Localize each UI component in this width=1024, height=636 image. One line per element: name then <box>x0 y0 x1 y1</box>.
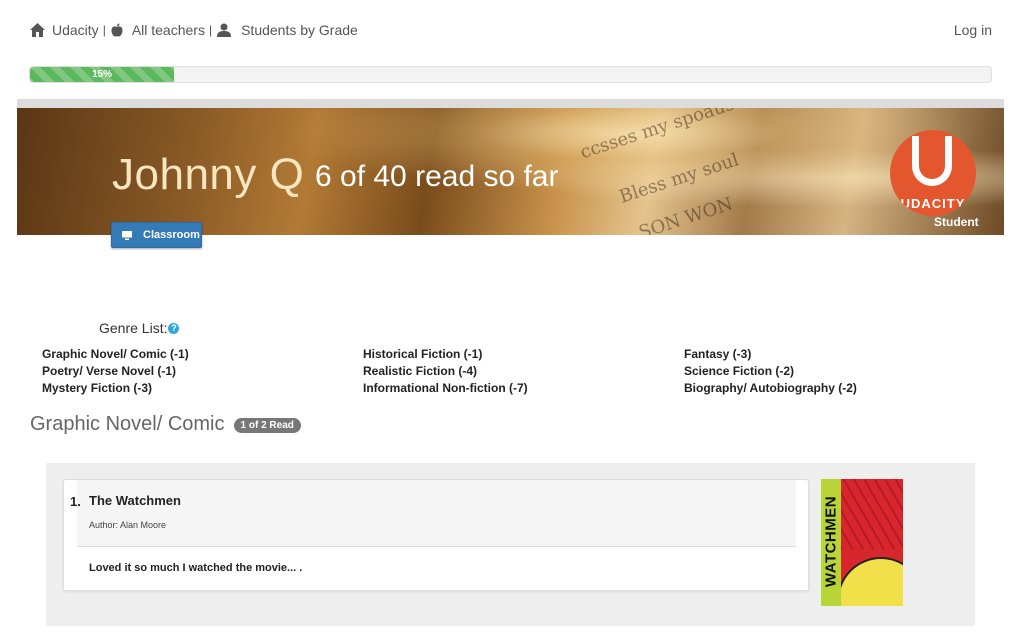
genre-item-fantasy[interactable]: Fantasy (-3) <box>684 347 751 361</box>
genre-item-poetry[interactable]: Poetry/ Verse Novel (-1) <box>42 364 176 378</box>
genre-item-informational[interactable]: Informational Non-fiction (-7) <box>363 381 528 395</box>
genre-item-mystery[interactable]: Mystery Fiction (-3) <box>42 381 152 395</box>
cover-title-text: WATCHMEN <box>822 495 840 588</box>
section-title: Graphic Novel/ Comic <box>30 413 225 435</box>
role-label: Student <box>934 215 979 229</box>
nav-separator: | <box>102 23 106 37</box>
home-icon <box>30 23 45 37</box>
book-card-header: The Watchmen Author: Alan Moore <box>77 480 796 547</box>
genre-item-graphic-novel[interactable]: Graphic Novel/ Comic (-1) <box>42 347 189 361</box>
reading-progress-bar: 15% <box>29 66 992 83</box>
genre-list-title-text: Genre List: <box>99 320 168 336</box>
logo-u-shape <box>912 136 952 186</box>
student-banner: ccsses my spoaus Bless my soul SON WON J… <box>17 108 1004 235</box>
nav-home-link[interactable]: Udacity <box>30 22 99 38</box>
book-cover-image[interactable]: WATCHMEN <box>821 479 903 606</box>
genre-item-historical[interactable]: Historical Fiction (-1) <box>363 347 482 361</box>
classroom-button-label: Classroom <box>143 229 200 241</box>
classroom-button[interactable]: Classroom <box>111 222 202 248</box>
help-icon[interactable]: ? <box>168 322 180 334</box>
udacity-logo: UDACITY <box>890 130 976 216</box>
cover-title-strip: WATCHMEN <box>821 479 841 606</box>
nav-separator: | <box>208 23 213 37</box>
banner-background-texture: SON WON <box>636 193 736 235</box>
book-review: Loved it so much I watched the movie... … <box>89 562 303 574</box>
read-count-badge: 1 of 2 Read <box>233 418 301 433</box>
genre-item-science-fiction[interactable]: Science Fiction (-2) <box>684 364 794 378</box>
genre-list-title: Genre List: ? <box>99 320 180 336</box>
book-number: 1. <box>70 494 81 509</box>
section-heading: Graphic Novel/ Comic 1 of 2 Read <box>30 413 301 436</box>
apple-icon <box>111 23 123 37</box>
logo-text: UDACITY <box>900 196 966 211</box>
books-read-count: 6 of 40 read so far <box>315 160 559 193</box>
cover-smiley <box>837 557 903 606</box>
student-name: Johnny Q <box>112 150 305 199</box>
book-author: Author: Alan Moore <box>89 520 167 530</box>
banner-background-texture: ccsses my spoaus <box>577 108 737 164</box>
book-title[interactable]: The Watchmen <box>89 493 181 508</box>
book-panel: The Watchmen Author: Alan Moore 1. Loved… <box>46 463 975 626</box>
nav-home-label: Udacity <box>52 22 99 38</box>
genre-item-realistic[interactable]: Realistic Fiction (-4) <box>363 364 477 378</box>
top-navigation: Udacity | All teachers | Students by Gra… <box>30 22 992 42</box>
nav-teachers-link[interactable]: All teachers <box>111 22 205 38</box>
nav-students-label: Students by Grade <box>241 22 358 38</box>
progress-fill: 15% <box>30 67 175 82</box>
genre-item-biography[interactable]: Biography/ Autobiography (-2) <box>684 381 857 395</box>
login-link[interactable]: Log in <box>954 22 992 38</box>
book-card[interactable]: The Watchmen Author: Alan Moore 1. Loved… <box>63 479 809 591</box>
nav-links: Udacity | All teachers | Students by Gra… <box>30 22 358 38</box>
nav-teachers-label: All teachers <box>131 22 205 38</box>
cover-artwork <box>841 479 903 549</box>
banner-top-strip <box>17 99 1004 108</box>
monitor-icon <box>122 230 132 240</box>
nav-students-link[interactable]: Students by Grade <box>217 22 358 38</box>
user-icon <box>217 23 232 37</box>
